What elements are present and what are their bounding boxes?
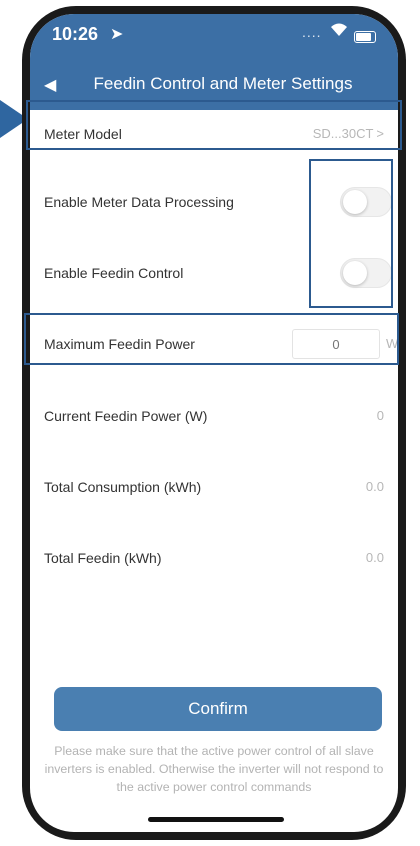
total-consumption-row: Total Consumption (kWh) 0.0 — [30, 455, 398, 519]
max-feedin-input[interactable] — [292, 329, 380, 359]
enable-feedin-label: Enable Feedin Control — [44, 265, 184, 281]
max-feedin-row: Maximum Feedin Power W — [30, 312, 398, 376]
current-feedin-label: Current Feedin Power (W) — [44, 408, 208, 424]
chevron-right-icon: > — [376, 126, 384, 141]
info-note: Please make sure that the active power c… — [44, 744, 384, 794]
current-feedin-value: 0 — [376, 408, 384, 423]
status-bar: 10:26 ➤ .... — [30, 14, 398, 60]
enable-meter-data-toggle[interactable] — [340, 187, 392, 217]
meter-model-label: Meter Model — [44, 126, 122, 142]
total-feedin-row: Total Feedin (kWh) 0.0 — [30, 526, 398, 590]
page-title: Feedin Control and Meter Settings — [93, 74, 353, 93]
max-feedin-label: Maximum Feedin Power — [44, 336, 195, 352]
total-feedin-value: 0.0 — [365, 550, 384, 565]
battery-icon — [354, 31, 376, 43]
max-feedin-unit: W — [386, 336, 398, 351]
current-feedin-row: Current Feedin Power (W) 0 — [30, 384, 398, 448]
home-indicator — [148, 817, 284, 822]
toggle-knob — [343, 261, 367, 285]
confirm-button[interactable]: Confirm — [54, 687, 382, 731]
enable-feedin-toggle[interactable] — [340, 258, 392, 288]
location-icon: ➤ — [110, 26, 124, 43]
signal-icon: .... — [302, 24, 322, 40]
toggle-knob — [343, 190, 367, 214]
enable-meter-data-label: Enable Meter Data Processing — [44, 194, 234, 210]
meter-model-text: SD...30CT — [312, 126, 374, 141]
app-screen: 10:26 ➤ .... ◀ Feedin Control and Meter … — [30, 14, 398, 832]
total-consumption-value: 0.0 — [365, 479, 384, 494]
meter-model-value: SD...30CT > — [313, 102, 384, 166]
total-consumption-label: Total Consumption (kWh) — [44, 479, 202, 495]
wifi-icon — [330, 23, 348, 42]
total-feedin-label: Total Feedin (kWh) — [44, 550, 162, 566]
meter-model-row[interactable]: Meter Model SD...30CT > — [30, 102, 398, 166]
status-time: 10:26 — [52, 24, 99, 44]
